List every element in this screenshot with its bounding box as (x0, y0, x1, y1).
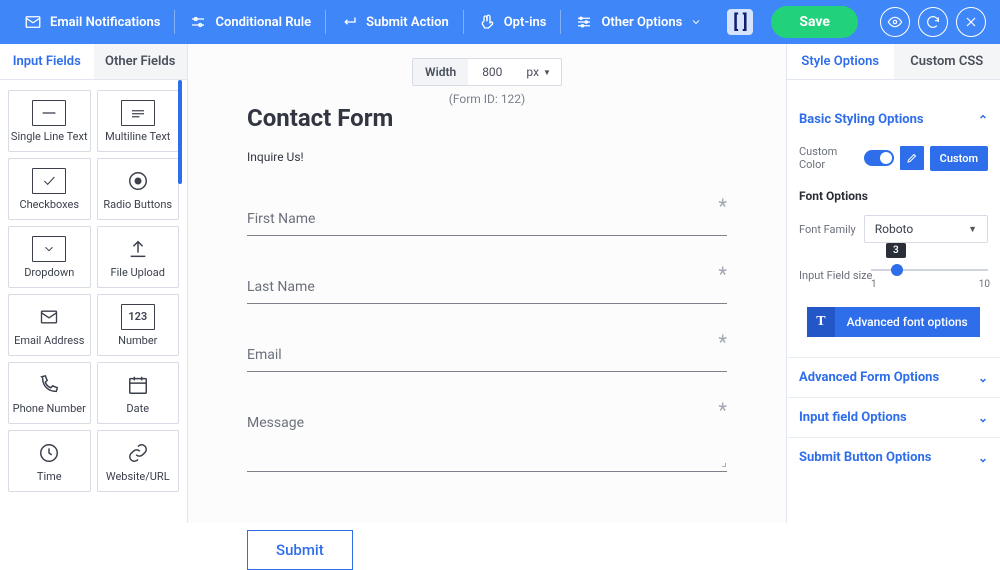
top-toolbar: Email Notifications Conditional Rule Sub… (0, 0, 1000, 44)
field-time[interactable]: Time (8, 430, 91, 492)
form-field-email[interactable]: Email* (247, 334, 727, 372)
field-checkboxes[interactable]: Checkboxes (8, 158, 91, 220)
separator (560, 10, 561, 34)
close-icon (963, 14, 979, 30)
close-button[interactable] (956, 7, 986, 37)
separator (174, 10, 175, 34)
toolbar-label: Other Options (601, 15, 682, 30)
resize-handle-icon[interactable]: ⌟ (721, 455, 727, 469)
field-radio-buttons[interactable]: Radio Buttons (97, 158, 180, 220)
sliders-icon (575, 13, 593, 31)
return-icon (340, 13, 358, 31)
required-icon: * (718, 330, 727, 354)
field-number[interactable]: 123Number (97, 294, 180, 356)
toolbar-label: Submit Action (366, 15, 449, 30)
save-button[interactable]: Save (771, 6, 858, 38)
shortcodes-button[interactable]: [ ] (727, 9, 753, 35)
form-subtitle[interactable]: Inquire Us! (247, 150, 727, 164)
field-website-url[interactable]: Website/URL (97, 430, 180, 492)
input-size-slider[interactable]: Input Field size 3 1 10 (799, 269, 988, 271)
width-unit-select[interactable]: px▼ (516, 59, 561, 85)
width-label: Width (413, 59, 468, 85)
reload-button[interactable] (918, 7, 948, 37)
toolbar-submit-action[interactable]: Submit Action (330, 7, 459, 37)
field-date[interactable]: Date (97, 362, 180, 424)
field-file-upload[interactable]: File Upload (97, 226, 180, 288)
form-preview: Contact Form Inquire Us! First Name* Las… (217, 108, 757, 570)
required-icon: * (718, 194, 727, 218)
form-field-first-name[interactable]: First Name* (247, 198, 727, 236)
fields-tabs: Input Fields Other Fields (0, 44, 187, 80)
slider-thumb[interactable] (891, 264, 903, 276)
field-phone-number[interactable]: Phone Number (8, 362, 91, 424)
toolbar-other-options[interactable]: Other Options (565, 7, 712, 37)
separator (463, 10, 464, 34)
form-field-message[interactable]: Message*⌟ (247, 402, 727, 472)
toolbar-opt-ins[interactable]: Opt-ins (468, 7, 557, 37)
form-field-last-name[interactable]: Last Name* (247, 266, 727, 304)
edit-color-button[interactable] (900, 146, 924, 170)
reload-icon (925, 14, 941, 30)
chevron-down-icon: ⌄ (978, 451, 988, 465)
pencil-icon (906, 152, 918, 164)
toolbar-conditional-rule[interactable]: Conditional Rule (179, 7, 321, 37)
width-control[interactable]: Width 800 px▼ (412, 58, 562, 86)
chevron-down-icon (690, 16, 702, 28)
chevron-down-icon: ▼ (968, 224, 977, 235)
font-options-heading: Font Options (799, 189, 988, 203)
required-icon: * (718, 262, 727, 286)
tab-custom-css[interactable]: Custom CSS (894, 44, 1000, 79)
preview-button[interactable] (880, 7, 910, 37)
font-family-label: Font Family (799, 223, 856, 236)
slider-tooltip: 3 (886, 243, 906, 258)
form-canvas-area: Width 800 px▼ (Form ID: 122) Contact For… (188, 44, 786, 523)
tab-input-fields[interactable]: Input Fields (0, 44, 94, 79)
field-dropdown[interactable]: Dropdown (8, 226, 91, 288)
style-panel: Style Options Custom CSS Basic Styling O… (786, 44, 1000, 523)
fields-scrollbar[interactable] (178, 80, 182, 184)
sliders-icon (189, 13, 207, 31)
custom-color-label: Custom Color (799, 145, 856, 171)
hand-icon (478, 13, 496, 31)
font-family-select[interactable]: Roboto▼ (864, 215, 988, 243)
chevron-down-icon: ⌄ (978, 371, 988, 385)
accordion-submit-button[interactable]: Submit Button Options⌄ (787, 437, 1000, 477)
toolbar-email-notifications[interactable]: Email Notifications (14, 7, 170, 37)
form-title[interactable]: Contact Form (247, 104, 727, 132)
custom-color-toggle[interactable] (864, 150, 894, 166)
field-email-address[interactable]: Email Address (8, 294, 91, 356)
advanced-font-options-button[interactable]: T Advanced font options (807, 307, 980, 337)
field-single-line-text[interactable]: Single Line Text (8, 90, 91, 152)
tab-other-fields[interactable]: Other Fields (94, 44, 188, 79)
chevron-down-icon: ⌄ (978, 411, 988, 425)
accordion-advanced-form[interactable]: Advanced Form Options⌄ (787, 357, 1000, 397)
fields-panel: Input Fields Other Fields Single Line Te… (0, 44, 188, 523)
width-value[interactable]: 800 (468, 59, 516, 85)
tab-style-options[interactable]: Style Options (787, 44, 894, 79)
text-icon: T (807, 307, 834, 337)
eye-icon (887, 14, 903, 30)
separator (325, 10, 326, 34)
form-submit-button[interactable]: Submit (247, 530, 353, 570)
toolbar-label: Conditional Rule (215, 15, 311, 30)
required-icon: * (718, 398, 727, 422)
toolbar-label: Opt-ins (504, 15, 547, 30)
field-multiline-text[interactable]: Multiline Text (97, 90, 180, 152)
toolbar-label: Email Notifications (50, 15, 160, 30)
accordion-basic-styling[interactable]: Basic Styling Options ⌃ (787, 100, 1000, 139)
chevron-up-icon: ⌃ (978, 113, 988, 127)
accordion-input-field[interactable]: Input field Options⌄ (787, 397, 1000, 437)
custom-color-button[interactable]: Custom (930, 146, 988, 171)
mail-icon (24, 13, 42, 31)
